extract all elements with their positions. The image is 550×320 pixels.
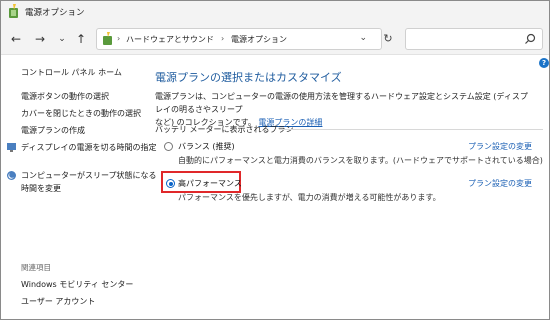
high-performance-plan-name[interactable]: 高パフォーマンス: [178, 178, 242, 189]
navigation-bar: ← → ⌄ ↑ › ハードウェアとサウンド › 電源オプション ⌄ ↻: [1, 23, 549, 55]
control-panel-home-link[interactable]: コントロール パネル ホーム: [21, 67, 122, 78]
display-off-time-link[interactable]: ディスプレイの電源を切る時間の指定: [21, 142, 156, 153]
choose-lid-close-link[interactable]: カバーを閉じたときの動作の選択: [21, 108, 141, 119]
breadcrumb-separator: ›: [117, 34, 121, 43]
address-history-chevron-icon[interactable]: ⌄: [359, 33, 367, 43]
group-divider: [279, 129, 543, 130]
power-options-window: 電源オプション ← → ⌄ ↑ › ハードウェアとサウンド › 電源オプション …: [0, 0, 550, 320]
choose-power-button-link[interactable]: 電源ボタンの動作の選択: [21, 91, 109, 102]
display-shield-icon: [7, 143, 16, 152]
refresh-icon[interactable]: ↻: [379, 30, 397, 48]
create-power-plan-link[interactable]: 電源プランの作成: [21, 125, 85, 136]
power-options-app-icon: [9, 4, 18, 18]
balanced-plan-description: 自動的にパフォーマンスと電力消費のバランスを取ります。(ハードウェアでサポートさ…: [178, 156, 543, 165]
user-accounts-link[interactable]: ユーザー アカウント: [21, 296, 95, 307]
search-icon[interactable]: [524, 33, 536, 45]
breadcrumb-hardware-and-sound[interactable]: ハードウェアとサウンド: [126, 34, 214, 45]
forward-arrow-icon[interactable]: →: [31, 30, 49, 48]
balanced-plan-name[interactable]: バランス (推奨): [178, 141, 235, 152]
description-line-1: 電源プランは、コンピューターの電源の使用方法を管理するハードウェア設定とシステム…: [155, 92, 528, 114]
balanced-plan-radio[interactable]: [164, 142, 173, 151]
sleep-time-link-line2[interactable]: 時間を変更: [21, 183, 61, 194]
plan-group-label: バッテリ メーターに表示されるプラン: [155, 125, 294, 134]
page-title: 電源プランの選択またはカスタマイズ: [155, 71, 342, 84]
title-bar: 電源オプション: [1, 1, 549, 23]
high-performance-plan-description: パフォーマンスを優先しますが、電力の消費が増える可能性があります。: [178, 193, 441, 202]
breadcrumb-separator: ›: [221, 34, 225, 43]
address-bar[interactable]: › ハードウェアとサウンド › 電源オプション ⌄: [96, 28, 382, 50]
breadcrumb-power-options[interactable]: 電源オプション: [231, 34, 287, 45]
back-arrow-icon[interactable]: ←: [7, 30, 25, 48]
help-icon[interactable]: ?: [539, 58, 549, 68]
high-performance-plan-settings-link[interactable]: プラン設定の変更: [468, 178, 532, 189]
sleep-time-link-line1[interactable]: コンピューターがスリープ状態になる: [21, 170, 157, 181]
mobility-center-link[interactable]: Windows モビリティ センター: [21, 279, 133, 290]
sleep-shield-icon: [7, 171, 16, 180]
up-arrow-icon[interactable]: ↑: [72, 30, 90, 48]
recent-locations-dropdown-icon[interactable]: ⌄: [53, 30, 71, 48]
search-input[interactable]: [405, 28, 543, 50]
high-performance-plan-radio[interactable]: [166, 179, 175, 188]
control-panel-icon: [103, 32, 112, 45]
balanced-plan-settings-link[interactable]: プラン設定の変更: [468, 141, 532, 152]
related-links-heading: 関連項目: [21, 263, 51, 272]
main-content: ? 電源プランの選択またはカスタマイズ 電源プランは、コンピューターの電源の使用…: [141, 56, 549, 320]
window-title: 電源オプション: [25, 8, 85, 18]
left-navigation-pane: コントロール パネル ホーム 電源ボタンの動作の選択 カバーを閉じたときの動作の…: [1, 56, 157, 320]
